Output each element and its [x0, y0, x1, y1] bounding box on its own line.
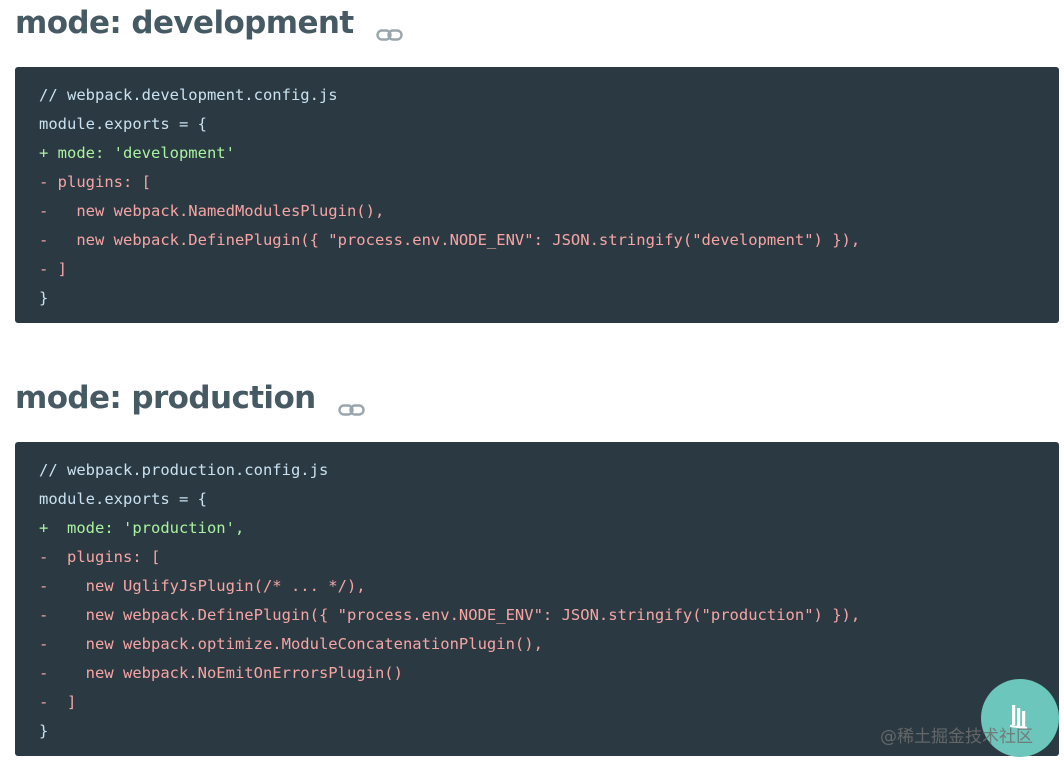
code-line-removed: - new webpack.DefinePlugin({ "process.en… [39, 606, 861, 624]
code-line: // webpack.development.config.js [39, 86, 338, 104]
code-line-added: + mode: 'development' [39, 144, 235, 162]
juejin-logo-icon [1007, 702, 1033, 734]
code-line-removed: - new webpack.NoEmitOnErrorsPlugin() [39, 664, 403, 682]
code-line-removed: - plugins: [ [39, 173, 151, 191]
code-line-removed: - new UglifyJsPlugin(/* ... */), [39, 577, 366, 595]
link-icon[interactable] [375, 17, 403, 41]
floating-action-button[interactable] [981, 679, 1059, 757]
section-heading-text: mode: development [15, 5, 354, 41]
code-line: module.exports = { [39, 490, 207, 508]
code-line: // webpack.production.config.js [39, 461, 329, 479]
section-heading-production: mode: production [15, 380, 365, 416]
code-line-removed: - plugins: [ [39, 548, 161, 566]
section-heading-development: mode: development [15, 5, 403, 41]
code-line: } [39, 289, 49, 307]
code-line-added: + mode: 'production', [39, 519, 245, 537]
section-heading-text: mode: production [15, 380, 316, 416]
code-line-removed: - ] [39, 693, 77, 711]
code-block-production: // webpack.production.config.js module.e… [15, 442, 1059, 756]
code-line-removed: - new webpack.NamedModulesPlugin(), [39, 202, 385, 220]
code-block-development: // webpack.development.config.js module.… [15, 67, 1059, 323]
code-line-removed: - new webpack.optimize.ModuleConcatenati… [39, 635, 543, 653]
code-line-removed: - new webpack.DefinePlugin({ "process.en… [39, 231, 861, 249]
link-icon[interactable] [337, 392, 365, 416]
code-line-removed: - ] [39, 260, 67, 278]
code-line: } [39, 722, 49, 740]
code-line: module.exports = { [39, 115, 207, 133]
